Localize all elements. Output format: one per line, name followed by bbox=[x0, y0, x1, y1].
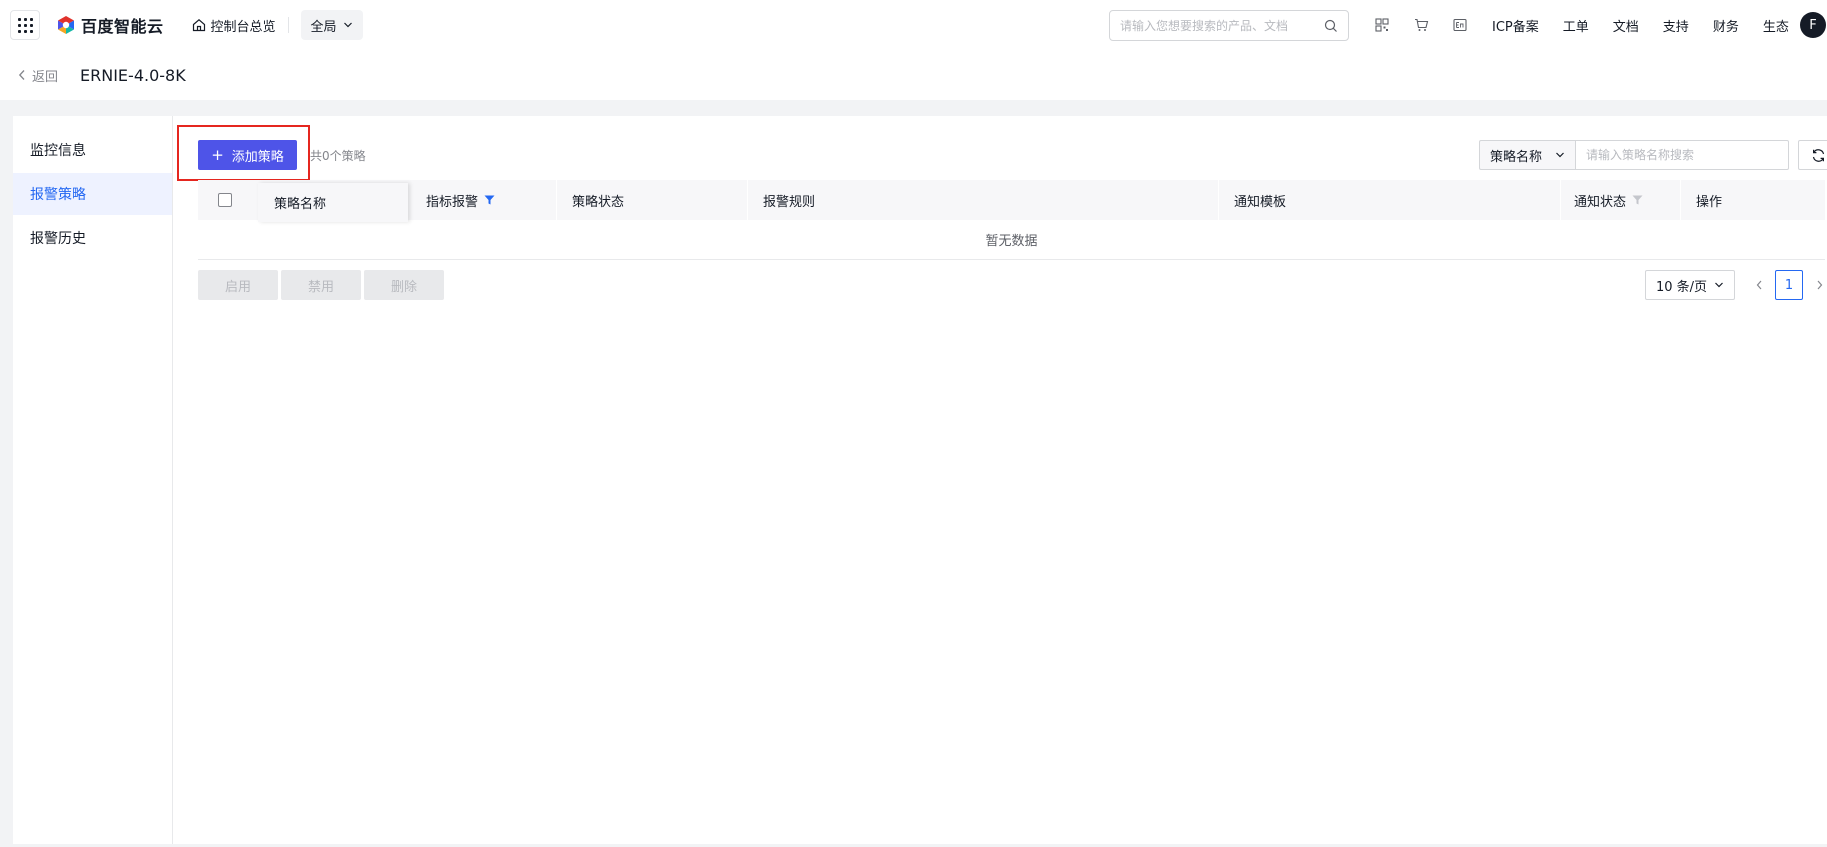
filter-icon[interactable] bbox=[1632, 195, 1643, 205]
column-header-actions: 操作 bbox=[1680, 180, 1825, 220]
nav-divider bbox=[287, 17, 289, 33]
select-all-cell bbox=[218, 180, 232, 220]
add-policy-label: 添加策略 bbox=[231, 149, 284, 165]
empty-text: 暂无数据 bbox=[985, 234, 1038, 249]
select-all-checkbox[interactable] bbox=[218, 193, 232, 207]
chevron-down-icon bbox=[1715, 282, 1723, 288]
table-header: 策略名称 指标报警 策略状态 报警规则 通知模板 通知状态 操作 bbox=[198, 180, 1825, 222]
refresh-button[interactable] bbox=[1798, 140, 1827, 170]
batch-actions: 启用 禁用 删除 bbox=[198, 270, 447, 300]
side-menu: 监控信息 报警策略 报警历史 bbox=[13, 116, 173, 844]
page-size-label: 10 条/页 bbox=[1656, 279, 1708, 295]
chevron-left-icon bbox=[18, 70, 25, 80]
ecosystem-link[interactable]: 生态 bbox=[1763, 16, 1789, 35]
policy-count: 共0个策略 bbox=[310, 149, 366, 163]
console-home-label: 控制台总览 bbox=[210, 19, 276, 35]
user-avatar[interactable]: F bbox=[1800, 12, 1826, 38]
top-icon-group bbox=[1372, 15, 1489, 35]
console-home-link[interactable]: 控制台总览 bbox=[192, 16, 276, 35]
delete-button[interactable]: 删除 bbox=[364, 270, 444, 300]
policy-search: 策略名称 bbox=[1479, 140, 1789, 170]
qrcode-icon[interactable] bbox=[1372, 15, 1392, 35]
global-search bbox=[1109, 10, 1349, 41]
pagination: 10 条/页 1 bbox=[1645, 270, 1827, 300]
finance-link[interactable]: 财务 bbox=[1713, 16, 1739, 35]
chevron-down-icon bbox=[343, 22, 352, 28]
apps-grid-icon bbox=[17, 17, 33, 33]
global-search-input[interactable] bbox=[1120, 18, 1324, 33]
chevron-down-icon bbox=[1556, 152, 1564, 158]
column-label: 策略状态 bbox=[572, 194, 625, 210]
brand-logo[interactable]: 百度智能云 bbox=[56, 13, 164, 37]
home-icon bbox=[192, 19, 205, 32]
search-field-label: 策略名称 bbox=[1490, 149, 1543, 165]
page-number-current[interactable]: 1 bbox=[1775, 270, 1803, 300]
column-label: 通知模板 bbox=[1234, 194, 1287, 210]
region-label: 全局 bbox=[310, 19, 337, 35]
policy-table: 策略名称 指标报警 策略状态 报警规则 通知模板 通知状态 操作 暂无数据 bbox=[198, 180, 1825, 260]
column-header-policy-name: 策略名称 bbox=[258, 183, 408, 222]
side-menu-item-monitor[interactable]: 监控信息 bbox=[13, 129, 172, 171]
disable-button[interactable]: 禁用 bbox=[281, 270, 361, 300]
language-icon[interactable] bbox=[1450, 15, 1470, 35]
side-menu-item-alarm-policy[interactable]: 报警策略 bbox=[13, 173, 172, 215]
next-page-button[interactable] bbox=[1809, 270, 1827, 300]
column-header-policy-status: 策略状态 bbox=[556, 180, 746, 220]
chevron-right-icon bbox=[1817, 280, 1822, 290]
top-navbar: 百度智能云 控制台总览 全局 请输入您想要搜索的产品、文档 ICP备案 工单 文… bbox=[0, 0, 1827, 50]
apps-menu-button[interactable] bbox=[10, 10, 40, 40]
add-policy-button[interactable]: + 添加策略 bbox=[198, 140, 297, 170]
support-link[interactable]: 支持 bbox=[1663, 16, 1689, 35]
column-label: 指标报警 bbox=[426, 194, 479, 210]
search-icon[interactable] bbox=[1324, 19, 1338, 33]
column-label: 报警规则 bbox=[763, 194, 816, 210]
baidu-cloud-logo-icon bbox=[58, 16, 74, 34]
prev-page-button[interactable] bbox=[1749, 270, 1769, 300]
docs-link[interactable]: 文档 bbox=[1613, 16, 1639, 35]
top-links: ICP备案 工单 文档 支持 财务 生态 bbox=[1492, 0, 1813, 50]
plus-icon: + bbox=[211, 146, 224, 164]
policy-search-input[interactable] bbox=[1575, 140, 1789, 170]
icp-link[interactable]: ICP备案 bbox=[1492, 16, 1539, 35]
column-header-alarm-rule: 报警规则 bbox=[747, 180, 1219, 220]
column-label: 操作 bbox=[1696, 194, 1723, 210]
search-field-select[interactable]: 策略名称 bbox=[1479, 140, 1575, 170]
ticket-link[interactable]: 工单 bbox=[1563, 16, 1589, 35]
chevron-left-icon bbox=[1756, 280, 1761, 290]
column-header-metric-alarm: 指标报警 bbox=[426, 180, 495, 220]
filter-icon[interactable] bbox=[484, 195, 495, 205]
column-header-notify-template: 通知模板 bbox=[1218, 180, 1560, 220]
column-header-notify-status: 通知状态 bbox=[1560, 180, 1680, 220]
table-empty-row: 暂无数据 bbox=[198, 220, 1825, 260]
enable-button[interactable]: 启用 bbox=[198, 270, 278, 300]
back-label: 返回 bbox=[32, 69, 59, 85]
page-size-select[interactable]: 10 条/页 bbox=[1645, 270, 1735, 300]
page-title: ERNIE-4.0-8K bbox=[80, 65, 186, 85]
side-menu-item-alarm-history[interactable]: 报警历史 bbox=[13, 217, 172, 259]
region-select[interactable]: 全局 bbox=[300, 10, 363, 40]
cart-icon[interactable] bbox=[1411, 15, 1431, 35]
column-label: 策略名称 bbox=[274, 197, 327, 212]
content-card: 监控信息 报警策略 报警历史 + 添加策略 共0个策略 策略名称 请输入策略名称… bbox=[13, 116, 1827, 844]
refresh-icon bbox=[1812, 148, 1824, 162]
brand-name: 百度智能云 bbox=[81, 17, 164, 36]
column-label: 通知状态 bbox=[1574, 194, 1627, 210]
sub-header: 返回 ERNIE-4.0-8K bbox=[0, 50, 1827, 100]
back-button[interactable]: 返回 bbox=[18, 66, 58, 85]
